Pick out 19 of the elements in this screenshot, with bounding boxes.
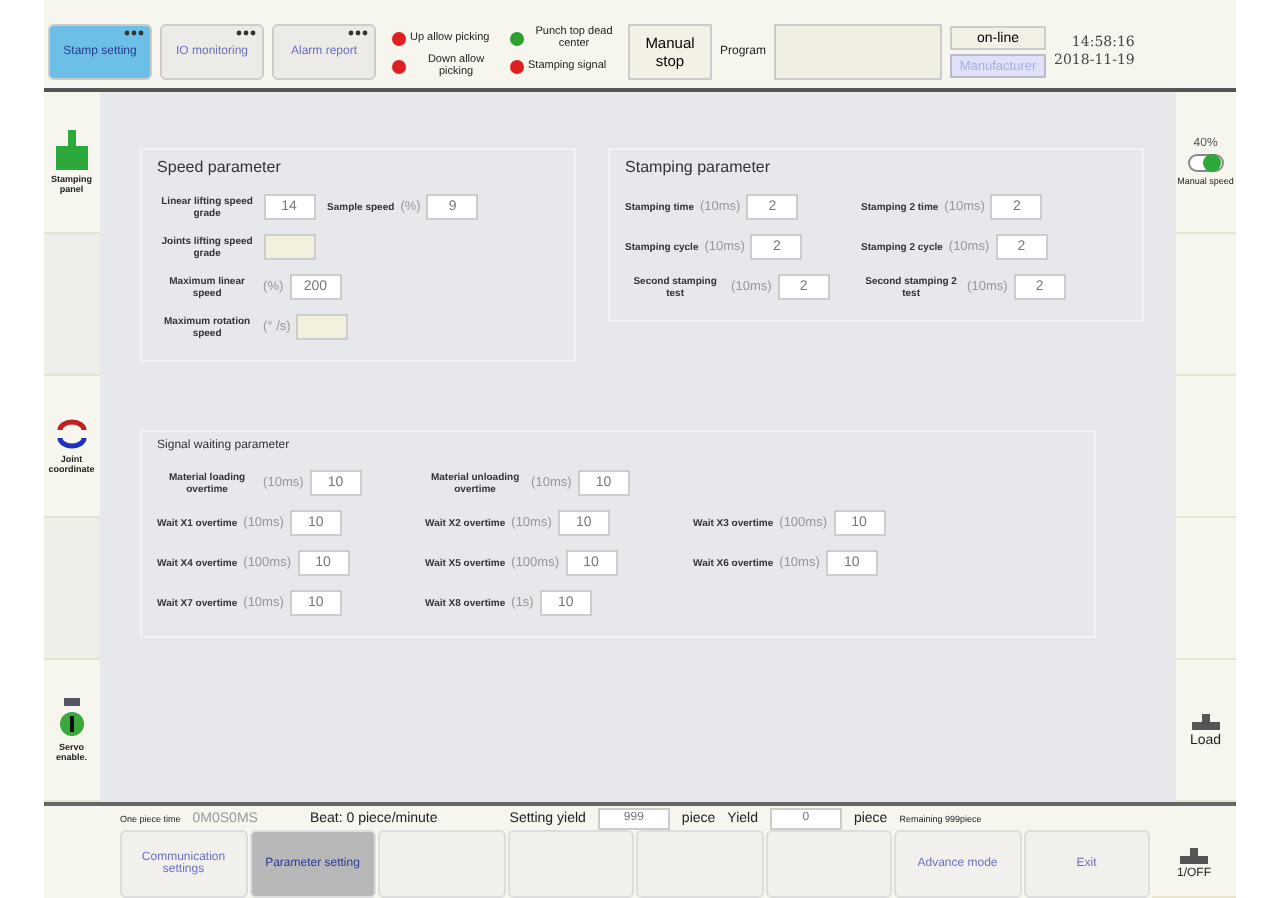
toolbar-button[interactable] [507, 830, 634, 898]
stamp-icon [1191, 713, 1220, 729]
toggle-switch-icon[interactable] [1187, 154, 1224, 172]
dots-icon [124, 30, 144, 36]
rotate-arrows-icon [55, 418, 88, 450]
power-switch-icon [57, 698, 86, 738]
sidebar-item[interactable] [44, 518, 100, 660]
sidebar-item[interactable] [44, 234, 100, 376]
panel-title: Stamping parameter [625, 158, 773, 176]
toolbar-button[interactable] [378, 830, 505, 898]
stamp-icon [53, 130, 90, 170]
parameter-field[interactable] [263, 234, 316, 260]
panel-title: Speed parameter [157, 158, 283, 176]
toolbar-button[interactable] [636, 830, 763, 898]
dots-icon [348, 30, 368, 36]
dots-icon [236, 30, 256, 36]
parameter-field[interactable] [296, 314, 349, 340]
toolbar-button[interactable] [765, 830, 892, 898]
stamp-icon [1180, 847, 1208, 863]
